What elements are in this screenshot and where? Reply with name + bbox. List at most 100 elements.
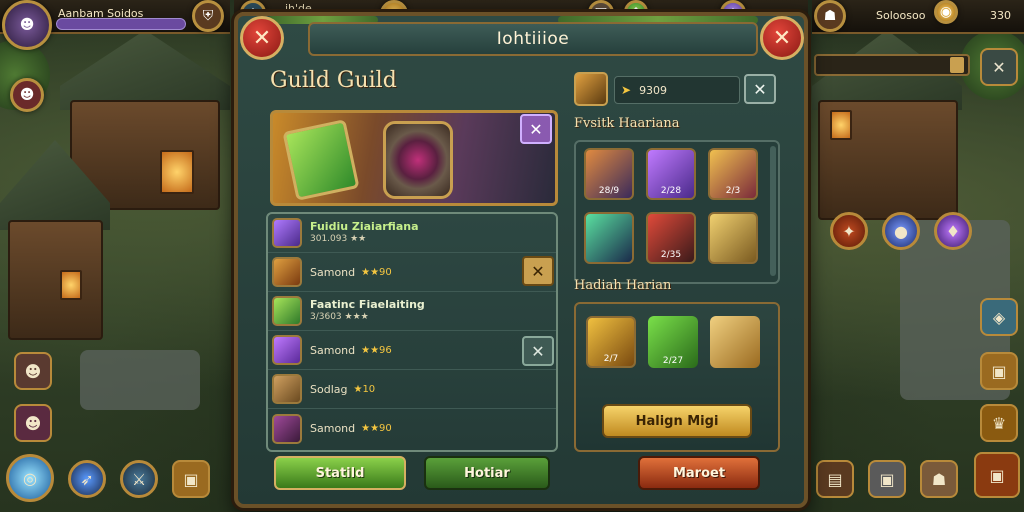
row-meta: 301.093 ★★ (310, 234, 367, 244)
warrior-portrait-icon (272, 257, 302, 287)
arrow-skill-icon[interactable]: ➶ (68, 460, 106, 498)
emerald-gem-icon (282, 119, 360, 201)
claim-reward-button[interactable]: Halign Migi (602, 404, 752, 438)
dismiss-row-button[interactable]: ✕ (522, 336, 554, 366)
treasure-chest-icon[interactable]: ▣ (980, 352, 1018, 390)
coin-icon: ➤ (621, 83, 632, 97)
item-caption: 2/3 (725, 186, 741, 196)
purple-shield-icon (272, 218, 302, 248)
row-label: Samond (310, 343, 356, 357)
header-close-button[interactable]: ✕ (744, 74, 776, 104)
top-right-name: Soloosoo (876, 4, 925, 23)
top-right-currency-value: 330 (990, 9, 1011, 22)
helmet-icon[interactable]: ⛨ (192, 0, 224, 32)
stone-path (80, 350, 200, 410)
grid-scrollbar[interactable] (770, 146, 776, 276)
ally-slot-icon[interactable]: ☻ (14, 404, 52, 442)
list-item[interactable]: Faatinc Fiaelaiting 3/3603 ★★★ (268, 292, 556, 331)
panel-title: Iohtiiioe (496, 29, 570, 49)
portal-skill-icon[interactable]: ◎ (6, 454, 54, 502)
row-label: Samond (310, 265, 356, 279)
item-caption: 2/28 (660, 186, 682, 196)
purple-cube-icon[interactable]: 2/28 (646, 148, 696, 200)
barrel-icon[interactable]: ▤ (816, 460, 854, 498)
quest-progress-bar (814, 54, 970, 76)
gem-crate-icon[interactable]: ◈ (980, 298, 1018, 336)
feather-arrow-icon[interactable]: 28/9 (584, 148, 634, 200)
emerald-shard-icon[interactable]: 2/27 (648, 316, 698, 368)
leader-portrait-icon[interactable] (574, 72, 608, 106)
gold-ingot-icon[interactable] (708, 212, 758, 264)
row-name: Faatinc Fiaelaiting (310, 298, 425, 311)
member-list: Fuidiu Ziaiarfiana 301.093 ★★ Samond ★★9… (266, 212, 558, 452)
crown-icon[interactable]: ♛ (980, 404, 1018, 442)
row-reward: ★★90 (361, 423, 392, 434)
hero-portrait-icon[interactable]: ☻ (10, 78, 44, 112)
item-caption: 2/35 (660, 250, 682, 260)
orb-skill-icon[interactable]: ● (882, 212, 920, 250)
potion-skill-icon[interactable]: ♦ (934, 212, 972, 250)
list-item[interactable]: Samond ★★90 (268, 409, 556, 448)
dragon-head-icon[interactable]: 2/35 (646, 212, 696, 264)
market-button[interactable]: Maroet (638, 456, 760, 490)
blade-skill-icon[interactable]: ⚔ (120, 460, 158, 498)
item-caption: 28/9 (598, 186, 620, 196)
hut-window (830, 110, 852, 140)
list-item[interactable]: Samond ★★96 (268, 331, 556, 370)
gold-scroll-icon[interactable]: 2/3 (708, 148, 758, 200)
player-name: Aanbam Soidos (58, 2, 183, 20)
daily-reward-box: 2/7 2/27 Halign Migi (574, 302, 780, 452)
market-button-label: Maroet (672, 465, 726, 481)
banner-close-button[interactable]: ✕ (520, 114, 552, 144)
top-right-name-text: Soloosoo (876, 9, 926, 22)
currency-box-value: 9309 (639, 83, 668, 97)
fire-skill-icon[interactable]: ✦ (830, 212, 868, 250)
row-reward: ★★96 (361, 344, 392, 356)
hotiar-button-label: Hotiar (464, 465, 510, 481)
list-item[interactable]: Sodlag ★10 (268, 370, 556, 409)
guild-crest-icon (383, 121, 453, 199)
guild-panel: Iohtiiioe ✕ ✕ Guild Guild ✕ Fuidiu Ziaia… (234, 12, 808, 508)
item-grid: 28/9 2/28 2/3 2/35 (574, 140, 780, 284)
guild-heading: Guild Guild (270, 68, 397, 93)
row-name: Fuidiu Ziaiarfiana (310, 220, 419, 233)
gold-pouch-icon (950, 57, 964, 73)
dismiss-row-button[interactable]: ✕ (522, 256, 554, 286)
back-close-button[interactable]: ✕ (240, 16, 284, 60)
start-button[interactable]: Statild (274, 456, 406, 490)
claim-reward-label: Halign Migi (635, 413, 719, 429)
hotiar-button[interactable]: Hotiar (424, 456, 550, 490)
hut (8, 220, 103, 340)
item-caption: 2/7 (603, 354, 619, 364)
sack-icon[interactable]: ☗ (920, 460, 958, 498)
chest-icon[interactable]: ▣ (974, 452, 1020, 498)
panel-title-plaque: Iohtiiioe (308, 22, 758, 56)
row-reward: ★★90 (361, 266, 392, 278)
guild-banner (270, 110, 558, 206)
panel-close-button[interactable]: ✕ (760, 16, 804, 60)
purple-cube-icon (272, 335, 302, 365)
currency-box: ➤ 9309 (614, 76, 740, 104)
golden-sword-icon[interactable]: 2/7 (586, 316, 636, 368)
gold-chest-icon[interactable]: ▣ (172, 460, 210, 498)
hut-window (160, 150, 194, 194)
player-avatar[interactable]: ☻ (2, 0, 52, 50)
experience-bar (56, 18, 186, 30)
green-blade-icon[interactable] (584, 212, 634, 264)
section2-heading: Hadiah Harian (574, 278, 672, 293)
item-caption: 2/27 (662, 356, 684, 366)
backpack-icon[interactable]: ☗ (814, 0, 846, 32)
crate-icon[interactable]: ▣ (868, 460, 906, 498)
top-right-currency: 330 (990, 4, 1011, 23)
hero-slot-icon[interactable]: ☻ (14, 352, 52, 390)
hut-roof (60, 30, 230, 110)
gold-scroll-icon[interactable] (710, 316, 760, 368)
close-hud-button[interactable]: ✕ (980, 48, 1018, 86)
mage-portrait-icon (272, 413, 302, 444)
list-item[interactable]: Fuidiu Ziaiarfiana 301.093 ★★ (268, 214, 556, 253)
row-label: Samond (310, 422, 356, 435)
section1-heading: Fvsitk Haariana (574, 116, 680, 131)
gold-coin-icon: ◉ (934, 0, 958, 24)
start-button-label: Statild (315, 465, 365, 481)
list-item[interactable]: Samond ★★90 (268, 253, 556, 292)
